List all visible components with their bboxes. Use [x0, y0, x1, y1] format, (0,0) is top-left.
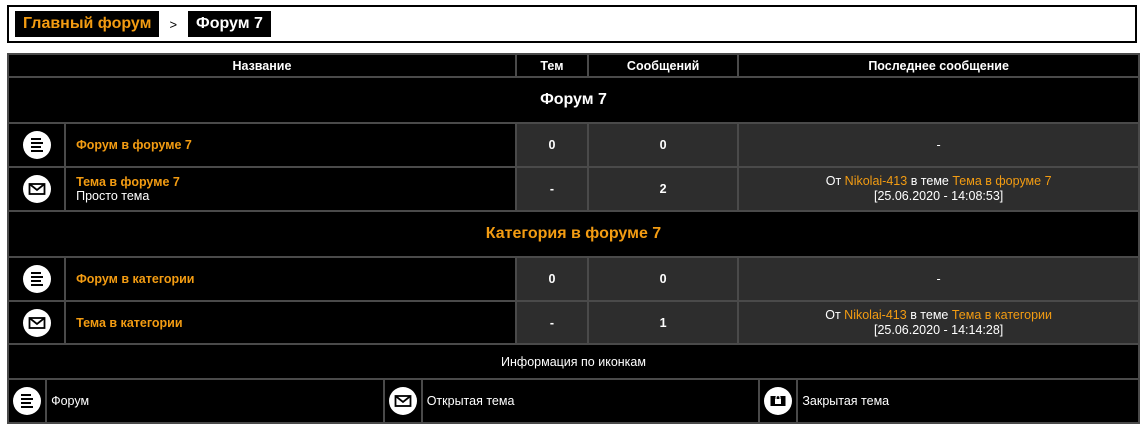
- last-topic-link[interactable]: Тема в форуме 7: [952, 174, 1051, 188]
- last-message: От Nikolai-413 в теме Тема в форуме 7 [2…: [737, 166, 1140, 212]
- last-message-empty: -: [737, 122, 1140, 168]
- topics-count: 0: [514, 122, 590, 168]
- last-date: [25.06.2020 - 14:14:28]: [873, 323, 1004, 337]
- legend-closed-topic-label: Закрытая тема: [796, 378, 1140, 424]
- topics-count: 0: [514, 256, 590, 302]
- open-topic-icon: [22, 309, 51, 337]
- forum-icon: [22, 131, 51, 159]
- last-message-empty: -: [737, 256, 1140, 302]
- messages-count: 1: [587, 300, 740, 346]
- forum-link[interactable]: Форум в форуме 7: [76, 138, 192, 152]
- legend-row: Форум Открытая тема Закрытая тема: [6, 378, 1140, 424]
- breadcrumb-home-link[interactable]: Главный форум: [15, 11, 160, 37]
- header-topics: Тем: [514, 53, 590, 78]
- open-topic-icon: [22, 175, 51, 203]
- breadcrumb: Главный форум > Форум 7: [7, 5, 1137, 43]
- last-date: [25.06.2020 - 14:08:53]: [873, 189, 1004, 203]
- topic-description: Просто тема: [76, 189, 150, 203]
- last-message: От Nikolai-413 в теме Тема в категории […: [737, 300, 1140, 346]
- open-topic-icon: [388, 387, 417, 415]
- forum-table: Название Тем Сообщений Последнее сообщен…: [6, 53, 1140, 346]
- messages-count: 2: [587, 166, 740, 212]
- legend-forum-label: Форум: [45, 378, 385, 424]
- header-messages: Сообщений: [587, 53, 740, 78]
- legend-title: Информация по иконкам: [7, 343, 1140, 380]
- header-last-message: Последнее сообщение: [737, 53, 1140, 78]
- forum-icon: [22, 265, 51, 293]
- table-row: Форум в категории 0 0 -: [6, 256, 1140, 302]
- icon-legend: Информация по иконкам Форум Открытая тем…: [6, 343, 1140, 424]
- topics-count: -: [514, 300, 590, 346]
- forum-icon: [13, 387, 42, 415]
- table-row: Форум в форуме 7 0 0 -: [6, 122, 1140, 168]
- table-row: Тема в форуме 7 Просто тема - 2 От Nikol…: [6, 166, 1140, 212]
- table-header-row: Название Тем Сообщений Последнее сообщен…: [7, 53, 1140, 78]
- messages-count: 0: [587, 256, 740, 302]
- topic-link[interactable]: Тема в форуме 7: [76, 175, 180, 189]
- category-title-link[interactable]: Категория в форуме 7: [486, 225, 661, 242]
- last-author-link[interactable]: Nikolai-413: [844, 308, 907, 322]
- messages-count: 0: [587, 122, 740, 168]
- last-in-text: в теме: [910, 308, 949, 322]
- last-from-text: От: [825, 308, 841, 322]
- last-topic-link[interactable]: Тема в категории: [952, 308, 1052, 322]
- header-name: Название: [7, 53, 517, 78]
- last-in-text: в теме: [910, 174, 949, 188]
- closed-topic-icon: [764, 387, 793, 415]
- topic-link[interactable]: Тема в категории: [76, 316, 182, 330]
- legend-open-topic-label: Открытая тема: [420, 378, 761, 424]
- last-author-link[interactable]: Nikolai-413: [845, 174, 908, 188]
- forum-link[interactable]: Форум в категории: [76, 272, 194, 286]
- breadcrumb-current: Форум 7: [188, 11, 271, 37]
- topics-count: -: [514, 166, 590, 212]
- section-row: Категория в форуме 7: [7, 210, 1140, 258]
- breadcrumb-separator: >: [169, 16, 178, 32]
- table-row: Тема в категории - 1 От Nikolai-413 в те…: [6, 300, 1140, 346]
- section-title: Форум 7: [540, 91, 607, 108]
- last-from-text: От: [825, 174, 842, 188]
- section-row: Форум 7: [7, 76, 1140, 124]
